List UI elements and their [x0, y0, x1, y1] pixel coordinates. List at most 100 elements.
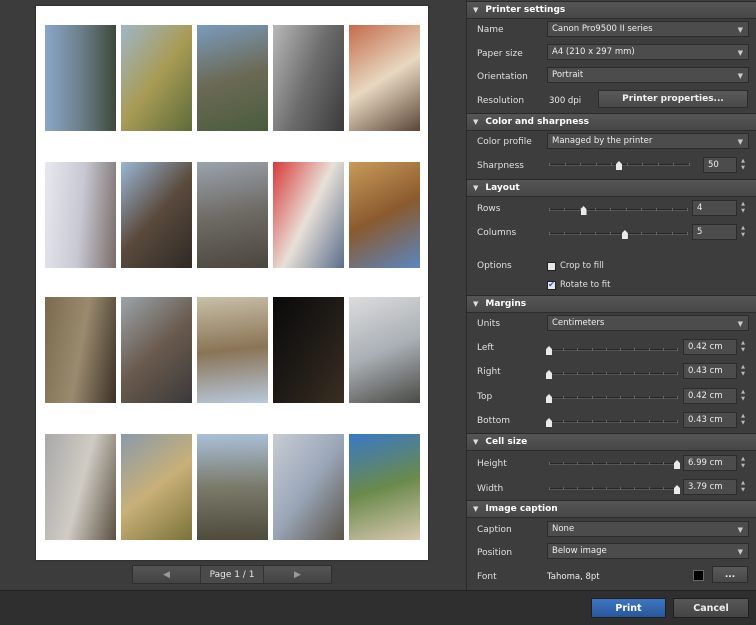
slider-handle[interactable]: [616, 161, 622, 170]
cell-height-spinner[interactable]: 6.99 cm ▲ ▼: [683, 455, 749, 471]
slider-track[interactable]: [549, 396, 678, 399]
font-color-swatch[interactable]: [693, 570, 704, 581]
slider-tick: [563, 487, 565, 490]
columns-spinner[interactable]: 5 ▲ ▼: [692, 224, 749, 240]
crop-to-fill-checkbox[interactable]: Crop to fill: [547, 261, 604, 271]
rows-value[interactable]: 4: [692, 200, 737, 216]
section-layout[interactable]: ▼ Layout: [467, 179, 756, 197]
spin-arrows-icon[interactable]: ▲ ▼: [737, 479, 749, 495]
section-image-caption[interactable]: ▼ Image caption: [467, 500, 756, 518]
printer-name-dropdown[interactable]: Canon Pro9500 II series ▼: [547, 21, 749, 37]
cell-height-label: Height: [477, 459, 507, 469]
cell-width-spinner[interactable]: 3.79 cm ▲ ▼: [683, 479, 749, 495]
checkbox-icon[interactable]: [547, 261, 556, 271]
color-profile-dropdown[interactable]: Managed by the printer ▼: [547, 133, 749, 149]
right-margin-value[interactable]: 0.43 cm: [683, 363, 737, 379]
printer-properties-button[interactable]: Printer properties...: [598, 90, 748, 108]
slider-track[interactable]: [549, 208, 688, 211]
slider-tick: [591, 462, 593, 465]
rows-slider[interactable]: [549, 204, 688, 216]
slider-track[interactable]: [549, 232, 688, 235]
slider-handle[interactable]: [580, 206, 587, 215]
slider-track[interactable]: [549, 348, 678, 351]
section-printer-settings[interactable]: ▼ Printer settings: [467, 1, 756, 19]
left-margin-spinner[interactable]: 0.42 cm ▲ ▼: [683, 339, 749, 355]
settings-panel: ▼ Printer settings Name Canon Pro9500 II…: [466, 0, 756, 590]
rows-spinner[interactable]: 4 ▲ ▼: [692, 200, 749, 216]
orientation-dropdown[interactable]: Portrait ▼: [547, 67, 749, 83]
slider-tick: [662, 420, 664, 423]
cell-height-value[interactable]: 6.99 cm: [683, 455, 737, 471]
slider-tick: [641, 208, 642, 211]
slider-track[interactable]: [549, 420, 678, 423]
spin-arrows-icon[interactable]: ▲ ▼: [737, 363, 749, 379]
spin-arrows-icon[interactable]: ▲ ▼: [737, 455, 749, 471]
slider-handle[interactable]: [546, 394, 552, 403]
section-title: Margins: [485, 299, 527, 309]
slider-tick: [662, 372, 664, 375]
section-margins[interactable]: ▼ Margins: [467, 295, 756, 313]
collapse-triangle-icon: ▼: [473, 438, 479, 446]
right-margin-slider[interactable]: [546, 368, 678, 380]
spin-arrows-icon[interactable]: ▲ ▼: [737, 412, 749, 428]
right-margin-spinner[interactable]: 0.43 cm ▲ ▼: [683, 363, 749, 379]
bottom-margin-value[interactable]: 0.43 cm: [683, 412, 737, 428]
section-cell-size[interactable]: ▼ Cell size: [467, 433, 756, 451]
top-margin-spinner[interactable]: 0.42 cm ▲ ▼: [683, 388, 749, 404]
top-margin-slider[interactable]: [546, 392, 678, 404]
top-margin-value[interactable]: 0.42 cm: [683, 388, 737, 404]
left-margin-slider[interactable]: [546, 344, 678, 356]
spin-arrows-icon[interactable]: ▲ ▼: [737, 388, 749, 404]
sharpness-slider[interactable]: [549, 159, 690, 171]
slider-tick: [671, 208, 673, 211]
section-title: Color and sharpness: [485, 117, 590, 127]
bottom-margin-slider[interactable]: [546, 416, 678, 428]
columns-label: Columns: [477, 228, 517, 238]
caption-dropdown[interactable]: None ▼: [547, 521, 749, 537]
arched-alley-photo: [45, 297, 116, 403]
slider-handle[interactable]: [621, 230, 628, 239]
dropdown-value: Portrait: [552, 70, 584, 80]
print-button[interactable]: Print: [591, 598, 666, 618]
checkmark-icon[interactable]: ✔: [547, 280, 556, 290]
slider-track[interactable]: [549, 487, 678, 490]
slider-tick: [605, 487, 607, 490]
columns-value[interactable]: 5: [692, 224, 737, 240]
left-margin-value[interactable]: 0.42 cm: [683, 339, 737, 355]
prev-page-button[interactable]: ◀: [133, 566, 201, 583]
cell-width-slider[interactable]: [549, 483, 680, 495]
slider-handle[interactable]: [546, 370, 552, 379]
cell-width-value[interactable]: 3.79 cm: [683, 479, 737, 495]
dropdown-value: Canon Pro9500 II series: [552, 24, 653, 34]
slider-tick: [591, 372, 593, 375]
sharpness-spinner[interactable]: 50 ▲ ▼: [703, 157, 749, 173]
columns-slider[interactable]: [549, 228, 688, 240]
slider-tick: [620, 348, 622, 351]
slider-track[interactable]: [549, 372, 678, 375]
slider-tick: [591, 420, 593, 423]
slider-handle[interactable]: [546, 418, 552, 427]
spin-arrows-icon[interactable]: ▲ ▼: [737, 200, 749, 216]
bottom-margin-spinner[interactable]: 0.43 cm ▲ ▼: [683, 412, 749, 428]
slider-track[interactable]: [549, 462, 678, 465]
next-page-button[interactable]: ▶: [263, 566, 331, 583]
cancel-button[interactable]: Cancel: [673, 598, 749, 618]
paper-size-dropdown[interactable]: A4 (210 x 297 mm) ▼: [547, 44, 749, 60]
units-dropdown[interactable]: Centimeters ▼: [547, 315, 749, 331]
slider-tick: [625, 208, 627, 211]
slider-handle[interactable]: [546, 346, 552, 355]
cell-height-slider[interactable]: [549, 458, 680, 470]
spin-arrows-icon[interactable]: ▲ ▼: [737, 224, 749, 240]
spin-arrows-icon[interactable]: ▲ ▼: [737, 157, 749, 173]
slider-tick: [549, 163, 550, 166]
spin-arrows-icon[interactable]: ▲ ▼: [737, 339, 749, 355]
sharpness-value[interactable]: 50: [703, 157, 737, 173]
font-settings-button[interactable]: ...: [712, 566, 748, 583]
section-color-sharpness[interactable]: ▼ Color and sharpness: [467, 113, 756, 131]
slider-tick: [662, 396, 664, 399]
caption-position-dropdown[interactable]: Below image ▼: [547, 543, 749, 559]
rotate-to-fit-checkbox[interactable]: ✔ Rotate to fit: [547, 280, 610, 290]
slider-tick: [605, 396, 607, 399]
slider-handle[interactable]: [674, 485, 680, 494]
slider-handle[interactable]: [674, 460, 680, 469]
